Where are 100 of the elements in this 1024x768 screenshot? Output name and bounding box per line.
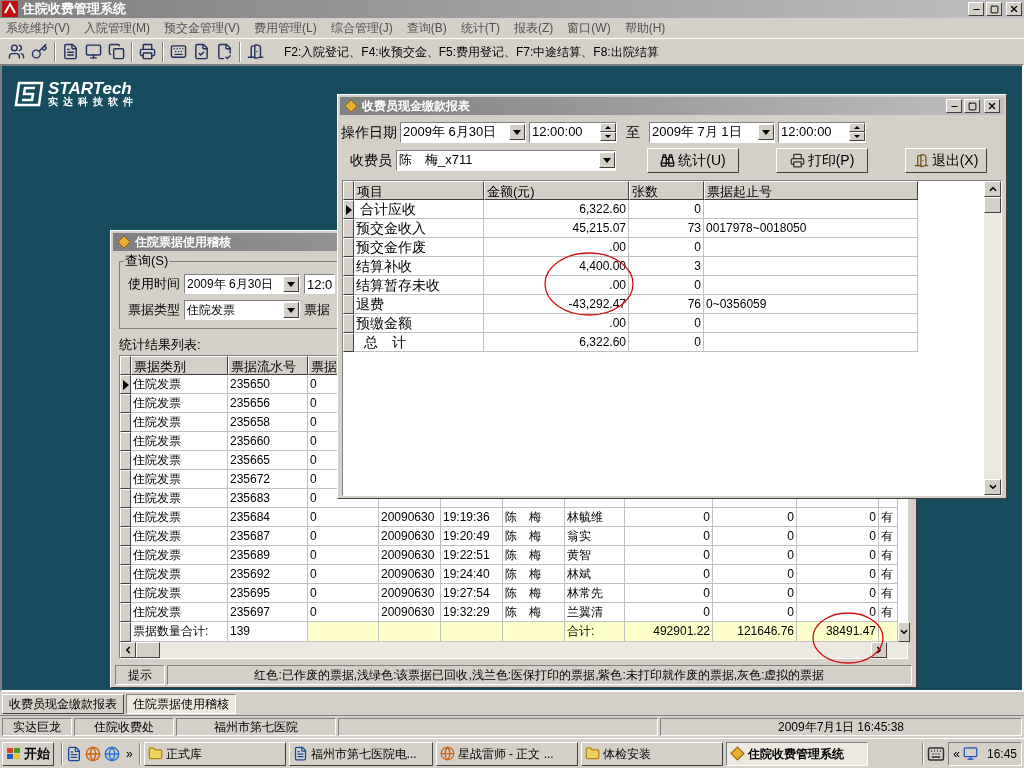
taskbar-button[interactable]: 体检安装 [580,741,723,766]
row-indicator[interactable] [120,622,131,642]
column-header[interactable]: 票据起止号 [704,181,918,200]
taskbar-button[interactable]: 住院收费管理系统 [725,741,868,766]
scroll-down-button[interactable] [898,622,910,642]
table-cell: 住院发票 [131,584,228,603]
dropdown-button[interactable] [758,124,774,140]
toolbar-button[interactable]: 打印(P) [776,147,868,173]
row-indicator[interactable] [120,394,131,413]
menu-item[interactable]: 费用管理(L) [254,19,317,37]
menu-item[interactable]: 帮助(H) [624,19,666,37]
start-button[interactable]: 开始 [2,741,54,766]
column-header[interactable]: 张数 [629,181,704,200]
door-icon[interactable] [247,43,264,60]
tray-expand-button[interactable]: « [953,744,960,763]
row-indicator[interactable] [120,584,131,603]
row-indicator[interactable] [120,546,131,565]
users-icon[interactable] [8,43,25,60]
globe-icon[interactable] [104,745,120,762]
taskbar-button[interactable]: 正式库 [143,741,286,766]
printer-icon[interactable] [139,43,156,60]
maximize-button[interactable] [986,2,1002,16]
window-tab[interactable]: 收费员现金缴款报表 [2,693,124,714]
dropdown-button[interactable] [283,276,299,292]
row-indicator[interactable] [343,257,354,276]
maximize-button[interactable] [964,99,980,113]
taskbar-button[interactable]: 星战雷师 - 正文 ... [435,741,578,766]
row-indicator[interactable] [120,489,131,508]
time-field[interactable]: 12:00:00 [529,121,617,143]
column-header[interactable]: 票据类别 [131,356,228,375]
menu-item[interactable]: 报表(Z) [514,19,554,37]
taskbar-button[interactable]: 福州市第七医院电... [288,741,433,766]
table-cell: 0 [797,565,879,584]
row-indicator[interactable] [120,451,131,470]
dropdown-field[interactable]: 住院发票 [184,300,300,320]
menu-item[interactable]: 系统维护(V) [6,19,70,37]
menu-item[interactable]: 窗口(W) [567,19,611,37]
table-cell: 235695 [228,584,308,603]
row-indicator[interactable] [343,333,354,352]
document-icon[interactable] [66,745,82,762]
date-field[interactable]: 2009年 6月30日 [400,121,526,143]
spin-button[interactable] [600,123,616,141]
cashier-dropdown[interactable]: 陈 梅_x711 [396,149,616,171]
menu-item[interactable]: 查询(B) [406,19,447,37]
time-field[interactable]: 12:00:00 [778,121,866,143]
row-indicator[interactable] [120,603,131,622]
table-cell: 6,322.60 [484,200,629,219]
table-cell: 0 [308,565,379,584]
scroll-thumb[interactable] [984,197,1001,213]
monitor-icon[interactable] [85,43,102,60]
row-indicator[interactable] [120,508,131,527]
column-header[interactable]: 金额(元) [484,181,629,200]
table-cell: 73 [629,219,704,238]
row-indicator[interactable] [120,470,131,489]
checklist-icon[interactable] [193,43,210,60]
date-field[interactable]: 2009年 7月 1日 [649,121,775,143]
menu-item[interactable]: 预交金管理(V) [164,19,240,37]
key-icon[interactable] [31,43,48,60]
table-cell: 235665 [228,451,308,470]
checklist-icon[interactable] [216,43,233,60]
toolbar-button[interactable]: 退出(X) [905,147,987,173]
menu-item[interactable]: 综合管理(J) [330,19,393,37]
menu-item[interactable]: 统计(T) [460,19,500,37]
monitor-icon[interactable] [962,746,978,761]
row-indicator[interactable] [343,219,354,238]
row-indicator[interactable] [120,413,131,432]
copy-icon[interactable] [108,43,125,60]
menu-item[interactable]: 入院管理(M) [84,19,150,37]
row-indicator[interactable] [343,295,354,314]
keyboard-icon[interactable] [170,43,187,60]
spin-button[interactable] [849,123,865,141]
dropdown-button[interactable] [283,302,299,318]
close-button[interactable] [1006,2,1022,16]
row-indicator[interactable] [120,527,131,546]
window-tab[interactable]: 住院票据使用稽核 [126,693,236,714]
horizontal-scrollbar[interactable] [120,642,907,658]
column-header[interactable]: 票据流水号 [228,356,308,375]
table-cell: 住院发票 [131,546,228,565]
row-indicator[interactable] [343,314,354,333]
keyboard-icon[interactable] [927,744,946,763]
minimize-button[interactable] [946,99,962,113]
row-indicator[interactable] [343,238,354,257]
time-field[interactable]: 12:0 [304,274,336,294]
scroll-thumb[interactable] [136,642,160,658]
row-indicator[interactable] [343,276,354,295]
column-header[interactable]: 项目 [354,181,484,200]
dropdown-button[interactable] [599,152,615,168]
row-indicator[interactable] [120,432,131,451]
vertical-scrollbar[interactable] [984,181,1001,495]
toolbar-button[interactable]: 统计(U) [647,147,739,173]
overflow-button[interactable]: » [123,744,136,763]
table-cell: 19:19:36 [441,508,503,527]
close-button[interactable] [984,99,1000,113]
row-indicator[interactable] [120,565,131,584]
dropdown-button[interactable] [509,124,525,140]
dropdown-field[interactable]: 2009年 6月30日 [184,274,300,294]
row-indicator[interactable] [120,375,131,394]
globe-icon[interactable] [85,745,101,762]
document-icon[interactable] [62,43,79,60]
minimize-button[interactable] [968,2,984,16]
